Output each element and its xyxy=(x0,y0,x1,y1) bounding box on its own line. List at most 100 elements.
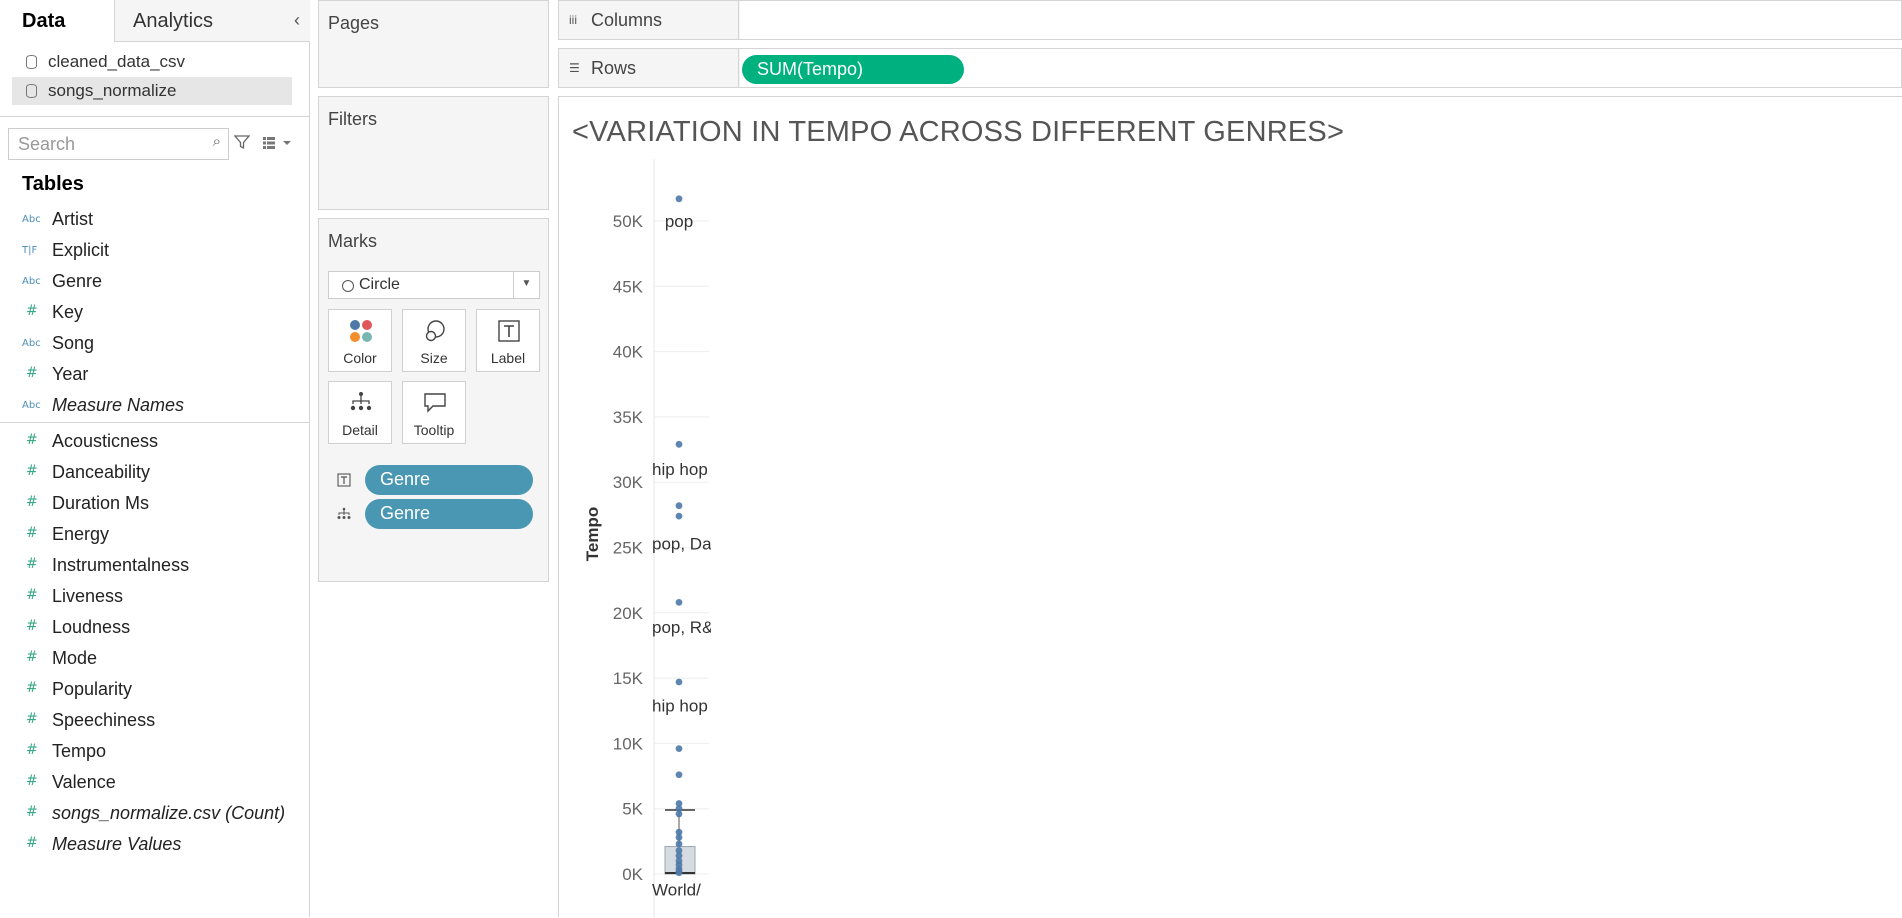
data-point[interactable] xyxy=(675,195,683,203)
tab-data[interactable]: Data xyxy=(0,0,115,42)
field-item-songs-normalize-csv-count-[interactable]: # songs_normalize.csv (Count) xyxy=(0,801,310,829)
string-icon: Abc xyxy=(22,214,41,225)
tab-analytics-label: Analytics xyxy=(133,10,214,32)
label-button[interactable]: Label xyxy=(476,309,540,372)
filters-title: Filters xyxy=(328,109,377,129)
data-point[interactable] xyxy=(675,810,683,818)
data-point[interactable] xyxy=(675,745,683,753)
color-button[interactable]: Color xyxy=(328,309,392,372)
marks-card: Marks Circle ▼ Color Size Label Detail T… xyxy=(318,218,549,582)
field-item-year[interactable]: # Year xyxy=(0,362,310,390)
data-pane: Data Analytics ‹ cleaned_data_csv songs_… xyxy=(0,0,310,917)
tooltip-button[interactable]: Tooltip xyxy=(402,381,466,444)
field-item-artist[interactable]: Abc Artist xyxy=(0,207,310,235)
field-label: Popularity xyxy=(52,679,133,699)
field-label: Explicit xyxy=(52,240,110,260)
mark-type-label: Circle xyxy=(359,276,400,293)
field-item-valence[interactable]: # Valence xyxy=(0,770,310,798)
data-point[interactable] xyxy=(675,840,683,848)
field-label: songs_normalize.csv (Count) xyxy=(52,803,286,823)
measure-icon: # xyxy=(26,711,38,727)
circle-mark-icon xyxy=(342,280,354,292)
data-point[interactable] xyxy=(675,869,683,877)
field-item-popularity[interactable]: # Popularity xyxy=(0,677,310,705)
pages-card[interactable]: Pages xyxy=(318,0,549,88)
columns-drop-zone[interactable] xyxy=(740,1,1901,39)
detail-label: Detail xyxy=(342,422,378,438)
datasource-item-selected[interactable]: songs_normalize xyxy=(12,77,292,105)
tab-analytics[interactable]: Analytics ‹ xyxy=(115,0,310,42)
measure-icon: # xyxy=(26,680,38,696)
color-label: Color xyxy=(343,350,377,366)
string-icon: Abc xyxy=(22,338,41,349)
y-tick-label: 25K xyxy=(613,539,644,558)
field-item-danceability[interactable]: # Danceability xyxy=(0,460,310,488)
y-tick-label: 30K xyxy=(613,473,644,492)
field-item-measure-values[interactable]: # Measure Values xyxy=(0,832,310,860)
y-tick-label: 0K xyxy=(622,865,643,884)
mark-label: pop, R& xyxy=(652,618,714,637)
genre-label-pill[interactable]: Genre xyxy=(365,465,533,495)
data-point[interactable] xyxy=(675,771,683,779)
sum-tempo-pill[interactable]: SUM(Tempo) xyxy=(742,55,964,84)
search-placeholder: Search xyxy=(18,134,76,154)
chart-canvas[interactable]: 0K 5K 10K 15K 20K 25K 30K 35K 40K 45K 50K Tempo pop h… xyxy=(559,97,1902,918)
mark-pill-row-label: Genre xyxy=(337,465,543,495)
field-item-key[interactable]: # Key xyxy=(0,300,310,328)
field-item-measure-names[interactable]: Abc Measure Names xyxy=(0,393,310,421)
boolean-icon: T|F xyxy=(22,245,38,256)
data-point[interactable] xyxy=(675,440,683,448)
tooltip-icon xyxy=(424,393,446,413)
field-item-acousticness[interactable]: # Acousticness xyxy=(0,429,310,457)
data-point[interactable] xyxy=(675,678,683,686)
mark-type-dropdown[interactable]: Circle ▼ xyxy=(328,271,540,299)
data-point[interactable] xyxy=(675,512,683,520)
database-icon xyxy=(26,55,37,69)
field-item-duration-ms[interactable]: # Duration Ms xyxy=(0,491,310,519)
field-item-explicit[interactable]: T|F Explicit xyxy=(0,238,310,266)
measure-icon: # xyxy=(26,432,38,448)
collapse-pane-icon[interactable]: ‹ xyxy=(294,10,300,31)
chevron-down-icon[interactable]: ▼ xyxy=(513,272,539,298)
field-label: Danceability xyxy=(52,462,151,482)
genre-detail-pill[interactable]: Genre xyxy=(365,499,533,529)
field-item-mode[interactable]: # Mode xyxy=(0,646,310,674)
data-point[interactable] xyxy=(675,834,683,841)
field-item-liveness[interactable]: # Liveness xyxy=(0,584,310,612)
string-icon: Abc xyxy=(22,400,41,411)
data-point[interactable] xyxy=(675,598,683,606)
mark-label: hip hop xyxy=(652,460,708,479)
data-point[interactable] xyxy=(675,502,683,510)
field-item-tempo[interactable]: # Tempo xyxy=(0,739,310,767)
view-options-icon[interactable] xyxy=(263,137,293,149)
field-item-loudness[interactable]: # Loudness xyxy=(0,615,310,643)
field-label: Artist xyxy=(52,209,94,229)
tooltip-label: Tooltip xyxy=(413,422,455,438)
columns-label: Columns xyxy=(591,10,663,30)
rows-icon: ☰ xyxy=(569,61,580,75)
datasource-item[interactable]: cleaned_data_csv xyxy=(12,48,292,76)
field-item-energy[interactable]: # Energy xyxy=(0,522,310,550)
field-label: Valence xyxy=(52,772,116,792)
size-button[interactable]: Size xyxy=(402,309,466,372)
filter-icon[interactable] xyxy=(234,134,250,150)
field-label: Acousticness xyxy=(52,431,159,451)
y-axis-title: Tempo xyxy=(583,507,602,561)
mark-label: pop, Da xyxy=(652,535,712,554)
text-label-icon xyxy=(498,320,520,342)
search-input[interactable]: Search ⌕ xyxy=(8,128,229,160)
field-item-speechiness[interactable]: # Speechiness xyxy=(0,708,310,736)
field-label: Mode xyxy=(52,648,98,668)
measure-icon: # xyxy=(26,804,38,820)
datasource-label: songs_normalize xyxy=(48,81,177,100)
field-item-genre[interactable]: Abc Genre xyxy=(0,269,310,297)
field-label: Energy xyxy=(52,524,110,544)
filters-card[interactable]: Filters xyxy=(318,96,549,210)
string-icon: Abc xyxy=(22,276,41,287)
detail-button[interactable]: Detail xyxy=(328,381,392,444)
field-item-instrumentalness[interactable]: # Instrumentalness xyxy=(0,553,310,581)
field-item-song[interactable]: Abc Song xyxy=(0,331,310,359)
text-label-icon xyxy=(337,473,351,487)
measure-icon: # xyxy=(26,365,38,381)
field-label: Genre xyxy=(52,271,103,291)
